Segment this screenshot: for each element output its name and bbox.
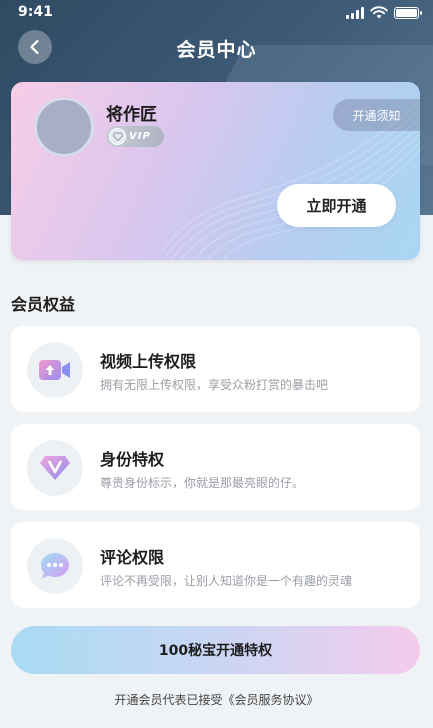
vip-heart-icon <box>109 128 126 145</box>
benefit-title: 视频上传权限 <box>100 352 197 371</box>
member-card: 将作匠 VIP 开通须知 立即开通 <box>11 82 420 260</box>
comment-bubble-icon <box>27 538 83 594</box>
benefit-item-video-upload[interactable]: 视频上传权限 拥有无限上传权限，享受众粉打赏的暴击吧 <box>11 326 420 412</box>
benefit-title: 身份特权 <box>100 450 165 469</box>
benefit-item-identity[interactable]: 身份特权 尊贵身份标示，你就是那最亮眼的仔。 <box>11 424 420 510</box>
vip-label: VIP <box>129 131 151 142</box>
agreement-note: 开通会员代表已接受《会员服务协议》 <box>0 691 433 708</box>
service-agreement-link[interactable]: 《会员服务协议》 <box>223 693 319 707</box>
vip-diamond-icon <box>27 440 83 496</box>
signal-icon <box>346 6 364 19</box>
battery-icon <box>394 6 422 19</box>
benefits-section-title: 会员权益 <box>11 295 76 314</box>
username: 将作匠 <box>106 105 157 125</box>
status-bar: 9:41 <box>0 0 433 28</box>
avatar[interactable] <box>34 97 94 157</box>
status-time: 9:41 <box>18 4 53 20</box>
status-icons <box>346 6 422 19</box>
benefit-item-comment[interactable]: 评论权限 评论不再受限，让别人知道你是一个有趣的灵魂 <box>11 522 420 608</box>
agreement-prefix: 开通会员代表已接受 <box>114 693 223 707</box>
activate-privilege-button[interactable]: 100秘宝开通特权 <box>11 626 420 674</box>
video-upload-icon <box>27 342 83 398</box>
benefit-description: 尊贵身份标示，你就是那最亮眼的仔。 <box>100 476 305 490</box>
benefit-title: 评论权限 <box>100 548 165 567</box>
benefit-description: 评论不再受限，让别人知道你是一个有趣的灵魂 <box>100 574 353 588</box>
wifi-icon <box>370 6 388 19</box>
page-title: 会员中心 <box>176 39 257 61</box>
vip-badge: VIP <box>106 126 164 147</box>
membership-notice-button[interactable]: 开通须知 <box>333 99 420 131</box>
benefit-description: 拥有无限上传权限，享受众粉打赏的暴击吧 <box>100 378 329 392</box>
open-membership-button[interactable]: 立即开通 <box>277 184 396 227</box>
